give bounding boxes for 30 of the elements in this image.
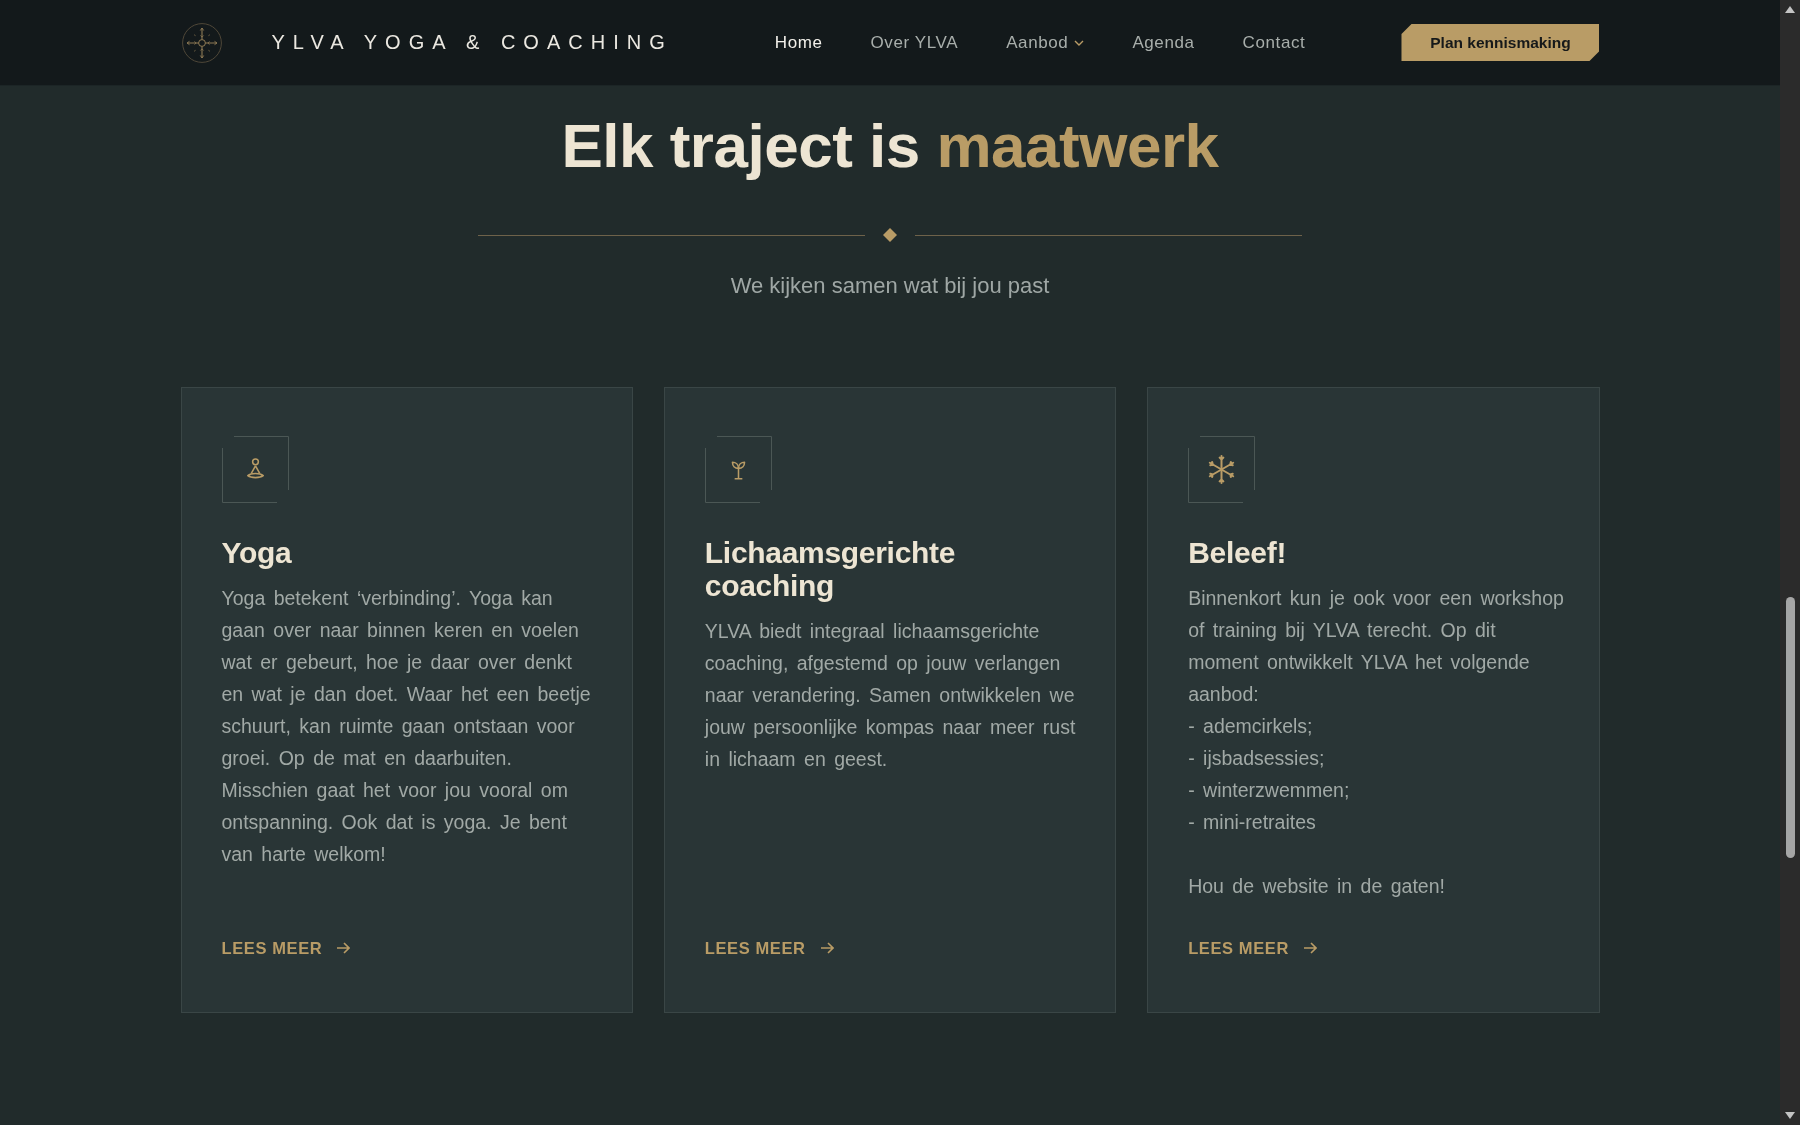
- nav-link[interactable]: Agenda: [1132, 32, 1195, 53]
- nav-link[interactable]: Home: [774, 32, 823, 53]
- scroll-down-icon[interactable]: [1785, 1112, 1795, 1119]
- card-description: Binnenkort kun je ook voor een workshop of training bij YLVA terecht. Op dit moment ontwikkelt YLVA het volgende aanbod: - ademcirkels; - ijsbadsessies; - winterzwemmen; - mini-retraites Hou de website in de gaten!: [1188, 586, 1565, 899]
- diamond-icon: [883, 228, 897, 242]
- read-more-link[interactable]: LEES MEER: [704, 938, 834, 958]
- compass-logo-icon: [181, 22, 222, 63]
- nav-link[interactable]: Contact: [1242, 32, 1306, 53]
- cta-button[interactable]: Plan kennismaking: [1401, 24, 1600, 61]
- read-more-link[interactable]: LEES MEER: [1188, 938, 1317, 958]
- snowflake-icon: [1188, 436, 1256, 503]
- arrow-right-icon: [1302, 942, 1317, 954]
- section-title: Elk traject is maatwerk: [561, 111, 1219, 181]
- sprout-icon: [704, 436, 772, 503]
- card-description: Yoga betekent ‘verbinding’. Yoga kan gaan over naar binnen keren en voelen wat er gebeurt, hoe je daar over denkt en wat je dan doet. Waar het een beetje schuurt, kan ruimte gaan ontstaan voor groei. Op de mat en daarbuiten. Misschien gaat het voor jou vooral om ontspanning. Ook dat is yoga. Je bent van harte welkom!: [221, 586, 592, 867]
- nav-link[interactable]: Over YLVA: [870, 32, 959, 53]
- card-title: Yoga: [221, 536, 293, 569]
- brand-name: YLVA YOGA & COACHING: [271, 31, 673, 54]
- read-more-link[interactable]: LEES MEER: [221, 938, 351, 958]
- scroll-up-icon[interactable]: [1785, 6, 1795, 13]
- arrow-right-icon: [819, 942, 834, 954]
- card-title: Lichaamsgerichte coaching: [704, 536, 957, 602]
- card-description: YLVA biedt integraal lichaamsgerichte coaching, afgestemd op jouw verlangen naar verandering. Samen ontwikkelen we jouw persoonlijke kompas naar meer rust in lichaam en geest.: [704, 619, 1077, 772]
- meditation-icon: [221, 436, 289, 503]
- scrollbar-thumb[interactable]: [1785, 597, 1795, 858]
- nav-link[interactable]: Aanbod: [1006, 32, 1085, 53]
- card-title: Beleef!: [1188, 536, 1288, 569]
- section-subtitle: We kijken samen wat bij jou past: [730, 272, 1050, 300]
- scrollbar[interactable]: [1780, 0, 1800, 1125]
- arrow-right-icon: [336, 942, 351, 954]
